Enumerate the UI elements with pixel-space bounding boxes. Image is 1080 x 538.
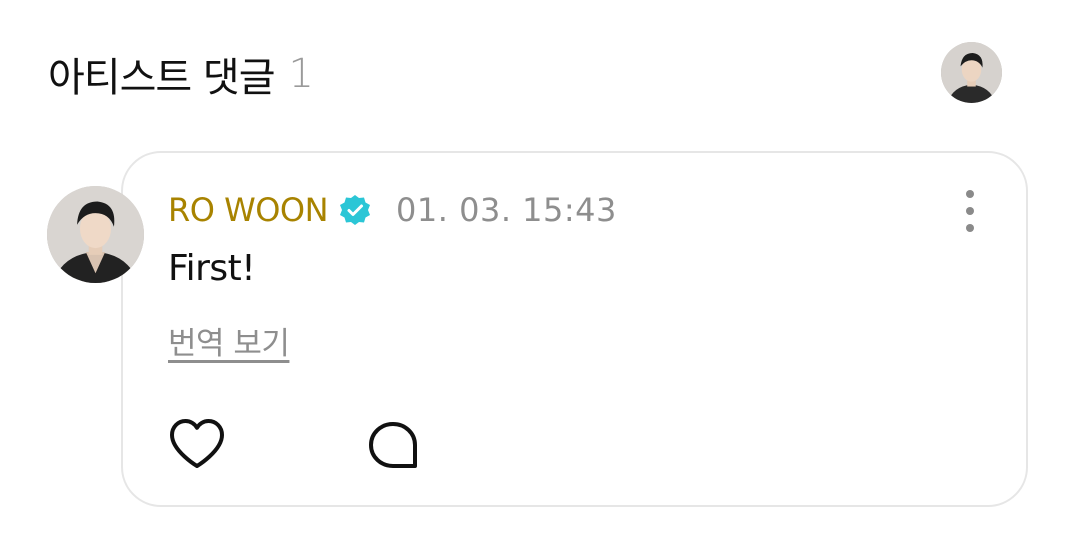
- author-name[interactable]: RO WOON: [168, 191, 329, 229]
- more-dot: [966, 207, 974, 215]
- comment-text: First!: [168, 248, 256, 289]
- like-button[interactable]: [168, 418, 226, 470]
- more-dot: [966, 224, 974, 232]
- verified-badge-icon: [338, 193, 372, 227]
- artist-comments-header: 아티스트 댓글 1: [48, 46, 314, 102]
- translate-link[interactable]: 번역 보기: [168, 318, 290, 363]
- author-avatar[interactable]: [47, 186, 144, 283]
- reply-button[interactable]: [365, 418, 421, 472]
- more-vertical-icon[interactable]: [955, 190, 985, 232]
- comment-meta: RO WOON 01. 03. 15:43: [168, 188, 617, 232]
- heart-icon: [170, 419, 224, 468]
- comment-bubble-icon: [369, 422, 417, 468]
- comment-timestamp: 01. 03. 15:43: [396, 191, 617, 229]
- user-avatar[interactable]: [941, 42, 1002, 103]
- comment-count: 1: [288, 51, 314, 97]
- avatar-portrait-icon: [47, 186, 144, 283]
- more-dot: [966, 190, 974, 198]
- avatar-portrait-icon: [941, 42, 1002, 103]
- header-title: 아티스트 댓글: [48, 55, 276, 101]
